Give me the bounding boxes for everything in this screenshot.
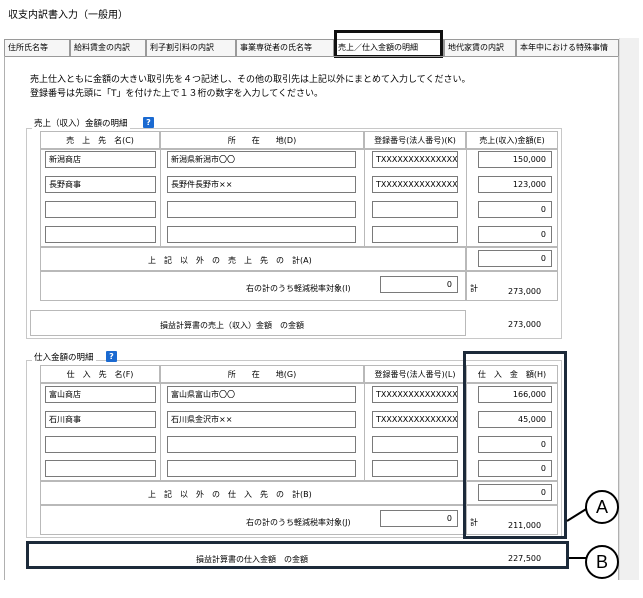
help-icon[interactable]: ? <box>106 351 117 362</box>
sales-name-field[interactable]: 新潟商店 <box>45 151 156 168</box>
purchases-group-title: 仕入金額の明細 <box>32 351 96 363</box>
instruction-line-2: 登録番号は先頭に「T」を付けた上で１３桁の数字を入力してください。 <box>30 89 323 99</box>
purchases-regno-field[interactable] <box>372 436 458 453</box>
sales-regno-field[interactable]: TXXXXXXXXXXXXXX <box>372 151 458 168</box>
sales-address-field[interactable]: 長野件長野市×× <box>167 176 356 193</box>
sales-total-cell <box>466 271 558 301</box>
sales-total-label: 計 <box>470 284 478 293</box>
sales-regno-field[interactable] <box>372 201 458 218</box>
callout-a-box <box>463 351 567 539</box>
sales-reduced-label: 右の計のうち軽減税率対象(I) <box>246 284 351 293</box>
purchases-name-field[interactable]: 石川商事 <box>45 411 156 428</box>
instruction-line-1: 売上仕入ともに金額の大きい取引先を４つ記述し、その他の取引先は上記以外にまとめて… <box>30 75 471 85</box>
purchases-grid-col <box>364 383 365 481</box>
sales-amount-field[interactable]: 150,000 <box>478 151 552 168</box>
sales-grid-col <box>364 149 365 247</box>
sales-regno-field[interactable]: TXXXXXXXXXXXXXX <box>372 176 458 193</box>
purchases-name-field[interactable] <box>45 436 156 453</box>
purchases-address-field[interactable] <box>167 460 356 477</box>
sales-reduced-field[interactable]: 0 <box>380 276 458 293</box>
sales-address-field[interactable] <box>167 201 356 218</box>
sales-grid-col <box>466 149 467 247</box>
window-title: 収支内訳書入力（一般用） <box>8 10 128 21</box>
purchases-address-field[interactable] <box>167 436 356 453</box>
vertical-scrollbar[interactable] <box>619 38 639 580</box>
tab-address-name[interactable]: 住所氏名等 <box>4 39 70 56</box>
purchases-grid-col <box>160 383 161 481</box>
sales-pl-label: 損益計算書の売上（収入）金額 の金額 <box>160 321 304 330</box>
sales-regno-field[interactable] <box>372 226 458 243</box>
sales-name-field[interactable]: 長野商事 <box>45 176 156 193</box>
sales-total-value: 273,000 <box>508 287 542 296</box>
sales-grid-col <box>160 149 161 247</box>
sales-name-field[interactable] <box>45 226 156 243</box>
sales-header-regno: 登録番号(法人番号)(K) <box>364 131 466 149</box>
purchases-reduced-field[interactable]: 0 <box>380 510 458 527</box>
purchases-reduced-label: 右の計のうち軽減税率対象(J) <box>246 518 351 527</box>
sales-amount-field[interactable]: 0 <box>478 201 552 218</box>
tab-rent[interactable]: 地代家賃の内訳 <box>444 39 516 56</box>
tab-family-employee[interactable]: 事業専従者の氏名等 <box>236 39 334 56</box>
sales-header-name: 売 上 先 名(C) <box>40 131 160 149</box>
help-icon[interactable]: ? <box>143 117 154 128</box>
sales-header-amount: 売上(収入)金額(E) <box>466 131 558 149</box>
purchases-address-field[interactable]: 富山県富山市〇〇 <box>167 386 356 403</box>
tab-interest[interactable]: 利子割引料の内訳 <box>146 39 236 56</box>
sales-amount-field[interactable]: 0 <box>478 226 552 243</box>
purchases-address-field[interactable]: 石川県金沢市×× <box>167 411 356 428</box>
purchases-name-field[interactable]: 富山商店 <box>45 386 156 403</box>
app-window: 収支内訳書入力（一般用） 住所氏名等 給料賃金の内訳 利子割引料の内訳 事業専従… <box>0 0 643 598</box>
callout-b-box <box>26 541 569 569</box>
purchases-regno-field[interactable] <box>372 460 458 477</box>
purchases-header-regno: 登録番号(法人番号)(L) <box>364 365 466 383</box>
callout-b-label: B <box>585 545 619 579</box>
tab-salary[interactable]: 給料賃金の内訳 <box>70 39 146 56</box>
purchases-header-address: 所 在 地(G) <box>160 365 364 383</box>
sales-other-amount[interactable]: 0 <box>478 250 552 267</box>
sales-group-title: 売上（収入）金額の明細 <box>32 117 130 129</box>
tab-special-circumstances[interactable]: 本年中における特殊事情 <box>516 39 619 56</box>
sales-pl-value: 273,000 <box>508 320 542 329</box>
purchases-regno-field[interactable]: TXXXXXXXXXXXXXX <box>372 411 458 428</box>
purchases-name-field[interactable] <box>45 460 156 477</box>
sales-header-address: 所 在 地(D) <box>160 131 364 149</box>
sales-amount-field[interactable]: 123,000 <box>478 176 552 193</box>
sales-address-field[interactable] <box>167 226 356 243</box>
purchases-header-name: 仕 入 先 名(F) <box>40 365 160 383</box>
sales-address-field[interactable]: 新潟県新潟市〇〇 <box>167 151 356 168</box>
sales-name-field[interactable] <box>45 201 156 218</box>
purchases-regno-field[interactable]: TXXXXXXXXXXXXXX <box>372 386 458 403</box>
callout-a-label: A <box>585 490 619 524</box>
active-tab-highlight <box>334 30 443 58</box>
purchases-other-label: 上 記 以 外 の 仕 入 先 の 計(B) <box>148 490 312 499</box>
sales-other-label: 上 記 以 外 の 売 上 先 の 計(A) <box>148 256 312 265</box>
